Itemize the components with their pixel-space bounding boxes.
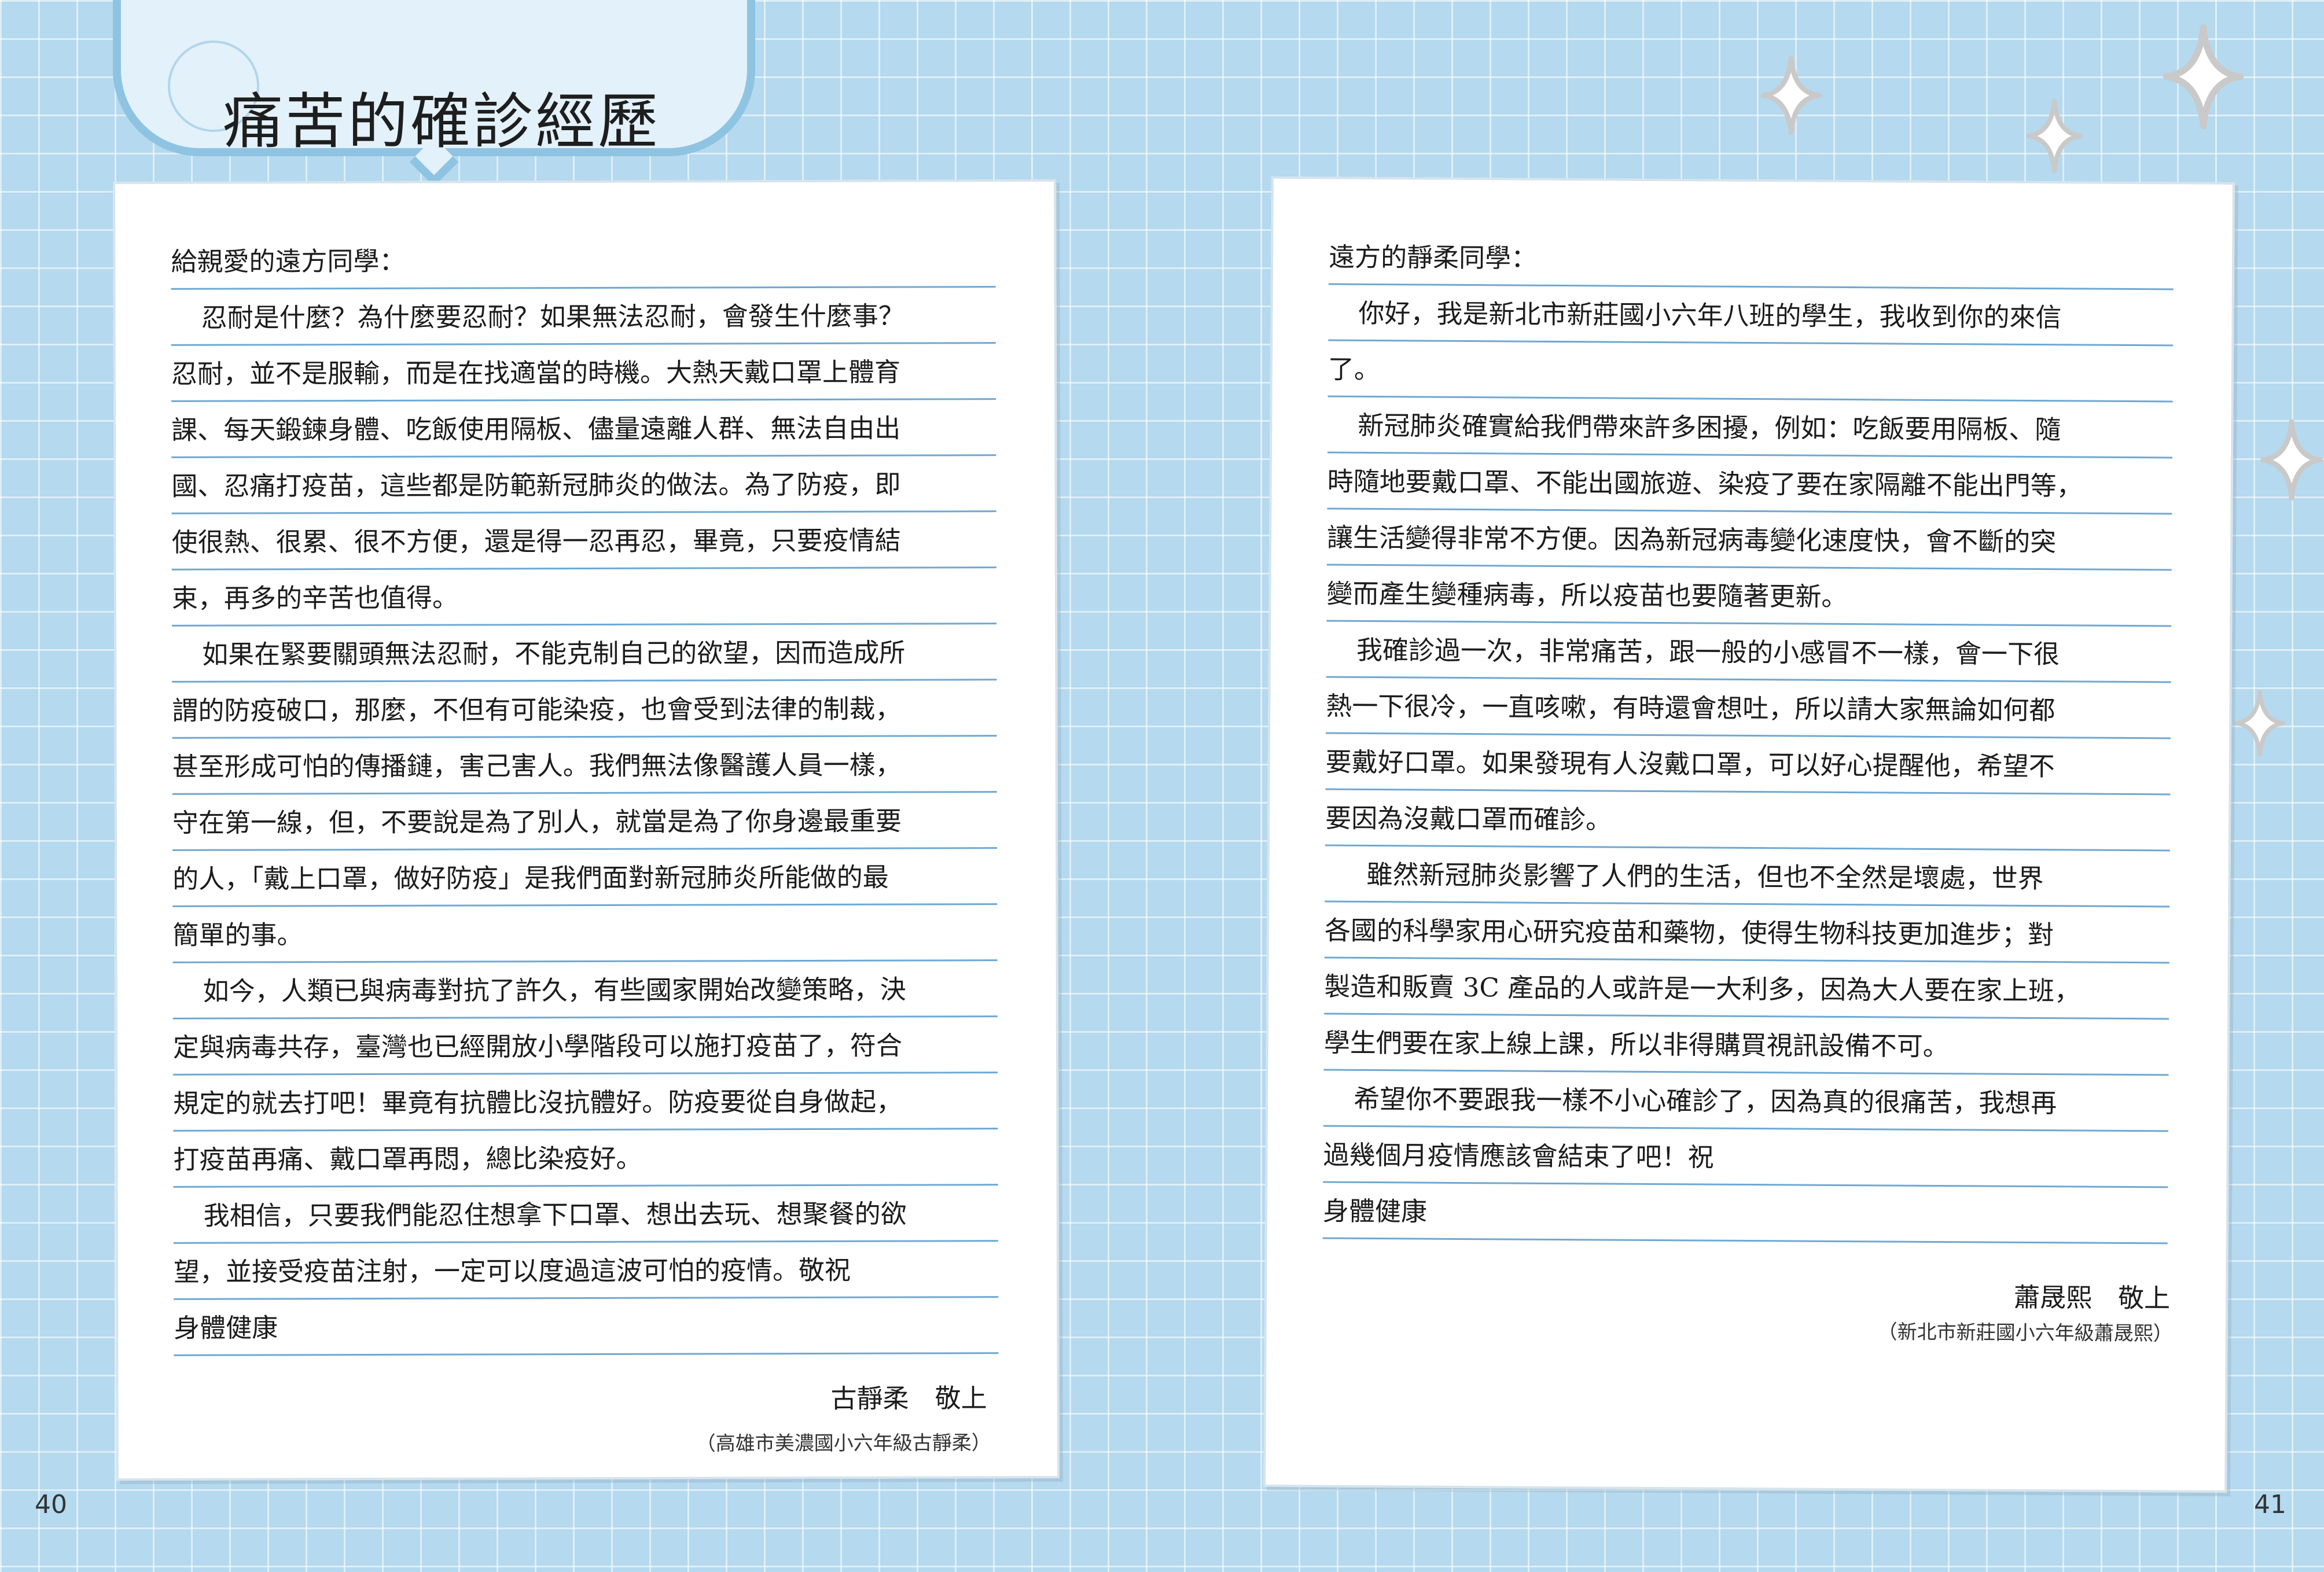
letter-line: 你好，我是新北市新莊國小六年八班的學生，我收到你的來信 [1328,285,2174,347]
letter-line: 如今，人類已與病毒對抗了許久，有些國家開始改變策略，決 [172,961,998,1019]
letter-line: 如果在緊要關頭無法忍耐，不能克制自己的欲望，因而造成所 [172,624,997,683]
letter-line: 遠方的靜柔同學： [1328,229,2174,290]
letter-line: 給親愛的遠方同學： [171,231,996,290]
letter-line: 謂的防疫破口，那麼，不但有可能染疫，也會受到法律的制裁， [172,680,997,739]
letter-line: 過幾個月疫情應該會結束了吧！祝 [1323,1126,2168,1188]
sparkle-icon [2260,419,2323,501]
letter-line: 守在第一線，但，不要說是為了別人，就當是為了你身邊最重要 [172,793,998,851]
letter-line: 課、每天鍛鍊身體、吃飯使用隔板、儘量遠離人群、無法自由出 [171,400,996,458]
letter-line: 要因為沒戴口罩而確診。 [1325,790,2171,852]
letter-line: 忍耐，並不是服輸，而是在找適當的時機。大熱天戴口罩上體育 [171,344,996,402]
letter-line: 我相信，只要我們能忍住想拿下口罩、想出去玩、想聚餐的欲 [173,1186,998,1244]
page-title: 痛苦的確診經歷 [223,86,661,157]
letter-line: 身體健康 [174,1298,999,1356]
letter-line: 時隨地要戴口罩、不能出國旅遊、染疫了要在家隔離不能出門等， [1327,453,2172,515]
sparkle-icon [2163,24,2244,130]
letter-left-lines: 給親愛的遠方同學： 忍耐是什麼？為什麼要忍耐？如果無法忍耐，會發生什麼事？ 忍耐，並… [171,231,999,1356]
letter-line: 希望你不要跟我一樣不小心確診了，因為真的很痛苦，我想再 [1323,1070,2169,1132]
letter-line: 我確診過一次，非常痛苦，跟一般的小感冒不一樣，會一下很 [1326,621,2172,683]
letter-line: 變而產生變種病毒，所以疫苗也要隨著更新。 [1326,565,2172,627]
letter-line: 熱一下很冷，一直咳嗽，有時還會想吐，所以請大家無論如何都 [1326,678,2171,739]
letter-line: 新冠肺炎確實給我們帶來許多困擾，例如：吃飯要用隔板、隨 [1328,397,2173,459]
letter-left: 給親愛的遠方同學： 忍耐是什麼？為什麼要忍耐？如果無法忍耐，會發生什麼事？ 忍耐，並… [113,179,1060,1481]
sparkle-icon [1760,56,1822,135]
letter-line: 雖然新冠肺炎影響了人們的生活，但也不全然是壞處，世界 [1325,846,2170,908]
page-number-left: 40 [35,1490,67,1519]
letter-line: 簡單的事。 [172,905,998,963]
letter-right: 遠方的靜柔同學： 你好，我是新北市新莊國小六年八班的學生，我收到你的來信 了。 新冠肺… [1263,176,2235,1493]
letter-line: 打疫苗再痛、戴口罩再悶，總比染疫好。 [173,1129,998,1188]
letter-line: 讓生活變得非常不方便。因為新冠病毒變化速度快，會不斷的突 [1326,509,2172,571]
letter-line: 學生們要在家上線上課，所以非得購買視訊設備不可。 [1323,1014,2169,1076]
letter-line: 望，並接受疫苗注射，一定可以度過這波可怕的疫情。敬祝 [173,1242,999,1300]
school-note: （新北市新莊國小六年級蕭晟熙） [1877,1320,2173,1346]
letter-line: 製造和販賣 3C 產品的人或許是一大利多，因為大人要在家上班， [1324,958,2169,1020]
sparkle-icon [2026,99,2083,173]
sparkle-icon [2234,690,2286,757]
school-note: （高雄市美濃國小六年級古靜柔） [696,1431,991,1456]
letter-line: 忍耐是什麼？為什麼要忍耐？如果無法忍耐，會發生什麼事？ [171,288,996,346]
letter-line: 了。 [1328,341,2174,403]
letter-line: 規定的就去打吧！畢竟有抗體比沒抗體好。防疫要從自身做起， [173,1073,998,1132]
letter-right-lines: 遠方的靜柔同學： 你好，我是新北市新莊國小六年八班的學生，我收到你的來信 了。 新冠肺… [1322,229,2174,1245]
letter-line: 要戴好口罩。如果發現有人沒戴口罩，可以好心提醒他，希望不 [1325,734,2171,796]
letter-line: 甚至形成可怕的傳播鏈，害己害人。我們無法像醫護人員一樣， [172,737,997,795]
letter-line: 的人，「戴上口罩，做好防疫」是我們面對新冠肺炎所能做的最 [172,849,998,907]
signature: 蕭晟熙 敬上 [2013,1282,2171,1314]
letter-line: 身體健康 [1322,1183,2168,1245]
page-number-right: 41 [2254,1490,2286,1519]
letter-line: 各國的科學家用心研究疫苗和藥物，使得生物科技更加進步；對 [1324,902,2170,964]
letter-line: 使很熱、很累、很不方便，還是得一忍再忍，畢竟，只要疫情結 [171,512,996,570]
letter-line: 國、忍痛打疫苗，這些都是防範新冠肺炎的做法。為了防疫，即 [171,456,996,514]
letter-line: 束，再多的辛苦也值得。 [171,568,997,627]
letter-line: 定與病毒共存，臺灣也已經開放小學階段可以施打疫苗了，符合 [172,1017,998,1076]
signature: 古靜柔 敬上 [830,1383,987,1414]
